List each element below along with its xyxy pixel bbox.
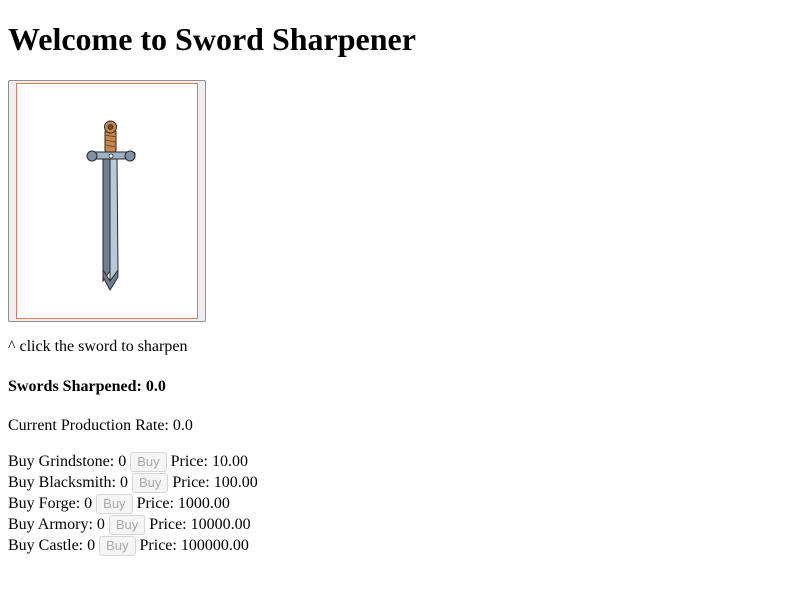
swords-sharpened-label: Swords Sharpened:	[8, 378, 142, 395]
sword-icon	[86, 120, 136, 292]
shop-item-armory: Buy Armory: 0 Buy Price: 10000.00	[8, 514, 258, 535]
sword-guard-left-end	[86, 150, 98, 162]
shop-item-grindstone: Buy Grindstone: 0 Buy Price: 10.00	[8, 451, 258, 472]
swords-sharpened-counter: Swords Sharpened: 0.0	[8, 377, 166, 397]
shop-item-label: Buy Grindstone:	[8, 453, 115, 470]
shop-item-price-label: Price:	[149, 516, 187, 533]
shop-item-count: 0	[87, 537, 96, 554]
shop-item-count: 0	[96, 516, 105, 533]
shop-item-price: 100.00	[213, 474, 258, 491]
page-title: Welcome to Sword Sharpener	[8, 21, 416, 57]
production-rate-value: 0.0	[172, 417, 193, 434]
shop-item-blacksmith: Buy Blacksmith: 0 Buy Price: 100.00	[8, 472, 258, 493]
shop-item-price-label: Price:	[139, 537, 177, 554]
shop-item-castle: Buy Castle: 0 Buy Price: 100000.00	[8, 535, 258, 556]
shop-item-forge: Buy Forge: 0 Buy Price: 1000.00	[8, 493, 258, 514]
buy-castle-button[interactable]: Buy	[99, 535, 136, 556]
buy-blacksmith-button[interactable]: Buy	[132, 472, 169, 493]
sword-guard-gem	[108, 153, 114, 159]
shop-item-price: 10.00	[211, 453, 248, 470]
swords-sharpened-value: 0.0	[145, 378, 166, 395]
shop-item-price-label: Price:	[136, 495, 174, 512]
sword-image-frame	[16, 83, 198, 319]
buy-armory-button[interactable]: Buy	[108, 514, 146, 535]
sword-blade-edge	[109, 157, 119, 283]
sword-blade	[102, 157, 111, 283]
buy-forge-button[interactable]: Buy	[96, 493, 133, 514]
production-rate-label: Current Production Rate:	[8, 417, 169, 434]
shop-item-price: 10000.00	[190, 516, 251, 533]
buy-grindstone-button[interactable]: Buy	[130, 451, 167, 472]
shop-list: Buy Grindstone: 0 Buy Price: 10.00 Buy B…	[8, 451, 258, 556]
shop-item-label: Buy Forge:	[8, 495, 81, 512]
shop-item-label: Buy Castle:	[8, 537, 84, 554]
shop-item-count: 0	[120, 474, 128, 491]
shop-item-count: 0	[118, 453, 127, 470]
shop-item-price-label: Price:	[170, 453, 208, 470]
shop-item-price: 1000.00	[177, 495, 230, 512]
sharpen-sword-button[interactable]	[8, 80, 206, 322]
shop-item-label: Buy Blacksmith:	[8, 474, 116, 491]
shop-item-label: Buy Armory:	[8, 516, 93, 533]
shop-item-price-label: Price:	[172, 474, 210, 491]
shop-item-price: 100000.00	[180, 537, 249, 554]
production-rate: Current Production Rate: 0.0	[8, 416, 193, 436]
shop-item-count: 0	[84, 495, 93, 512]
sword-guard-right-end	[124, 150, 136, 162]
sharpen-hint: ^ click the sword to sharpen	[8, 338, 188, 355]
